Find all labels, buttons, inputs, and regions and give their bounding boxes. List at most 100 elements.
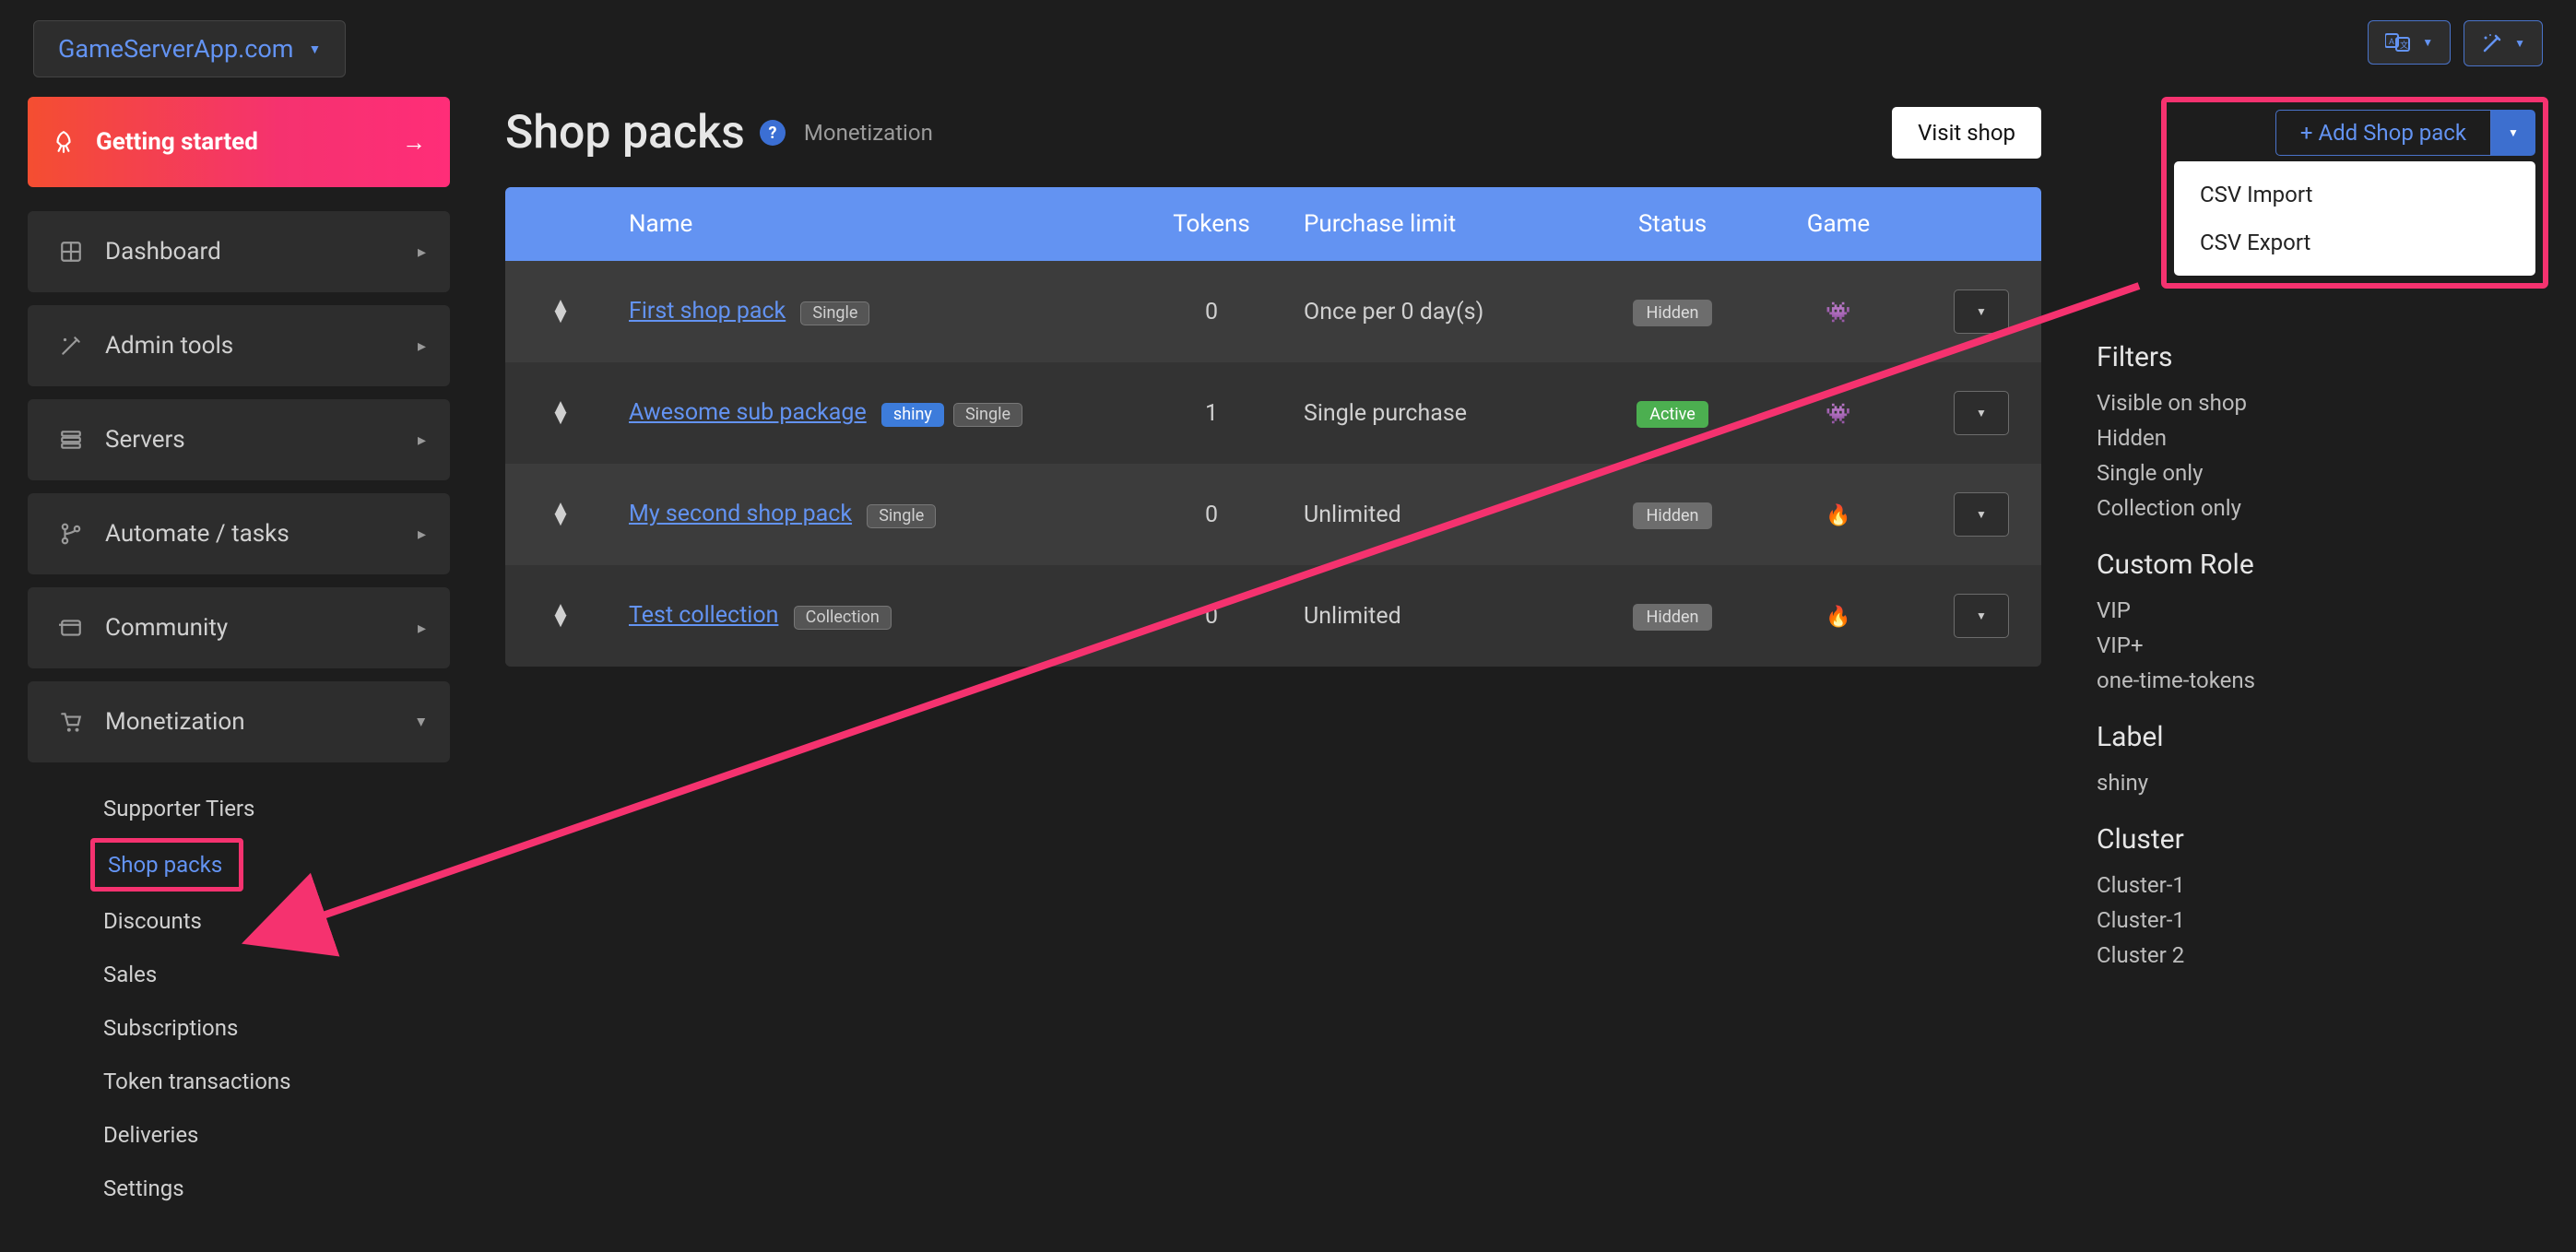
subnav-supporter-tiers[interactable]: Supporter Tiers bbox=[59, 785, 273, 833]
subnav-subscriptions[interactable]: Subscriptions bbox=[59, 1004, 256, 1052]
filter-label[interactable]: shiny bbox=[2097, 770, 2548, 796]
pack-link[interactable]: Awesome sub package bbox=[629, 399, 867, 426]
filter-role[interactable]: one-time-tokens bbox=[2097, 667, 2548, 693]
subnav-discounts[interactable]: Discounts bbox=[59, 897, 220, 945]
filter-heading: Label bbox=[2097, 721, 2548, 753]
drag-handle-icon[interactable]: ▲▼ bbox=[550, 301, 571, 323]
nav-automate-tasks[interactable]: Automate / tasks ▸ bbox=[28, 493, 450, 574]
chevron-right-icon: ▸ bbox=[418, 619, 426, 638]
filter-item[interactable]: Single only bbox=[2097, 460, 2548, 486]
chevron-right-icon: ▸ bbox=[418, 337, 426, 356]
breadcrumb: Monetization bbox=[804, 120, 933, 146]
grid-icon bbox=[52, 240, 90, 264]
subnav-token-transactions[interactable]: Token transactions bbox=[59, 1057, 310, 1105]
row-actions-button[interactable]: ▼ bbox=[1954, 289, 2009, 334]
row-actions-button[interactable]: ▼ bbox=[1954, 391, 2009, 435]
pack-link[interactable]: First shop pack bbox=[629, 298, 786, 325]
game-icon: 🔥 bbox=[1826, 504, 1850, 527]
subnav-sales[interactable]: Sales bbox=[59, 951, 175, 998]
filter-heading: Filters bbox=[2097, 341, 2548, 373]
tag: Single bbox=[953, 403, 1022, 427]
drag-handle-icon[interactable]: ▲▼ bbox=[550, 605, 571, 627]
filter-heading: Cluster bbox=[2097, 823, 2548, 856]
subnav-settings[interactable]: Settings bbox=[59, 1164, 203, 1212]
tokens-cell: 1 bbox=[1128, 400, 1294, 427]
row-actions-button[interactable]: ▼ bbox=[1954, 492, 2009, 537]
limit-cell: Single purchase bbox=[1294, 400, 1589, 427]
drag-handle-icon[interactable]: ▲▼ bbox=[550, 402, 571, 424]
pack-link[interactable]: My second shop pack bbox=[629, 501, 852, 527]
subnav-deliveries[interactable]: Deliveries bbox=[59, 1111, 217, 1159]
limit-cell: Once per 0 day(s) bbox=[1294, 299, 1589, 325]
limit-cell: Unlimited bbox=[1294, 603, 1589, 630]
svg-text:文: 文 bbox=[2400, 40, 2408, 51]
brand-dropdown[interactable]: GameServerApp.com ▼ bbox=[33, 20, 346, 77]
status-badge: Hidden bbox=[1633, 300, 1711, 326]
nav-label: Admin tools bbox=[105, 332, 418, 360]
col-tokens[interactable]: Tokens bbox=[1128, 210, 1294, 238]
col-status[interactable]: Status bbox=[1589, 210, 1755, 238]
svg-text:A: A bbox=[2389, 38, 2394, 47]
magic-menu[interactable]: ▼ bbox=[2464, 20, 2543, 66]
filter-item[interactable]: Collection only bbox=[2097, 495, 2548, 521]
csv-import-item[interactable]: CSV Import bbox=[2174, 171, 2535, 219]
game-icon: 🔥 bbox=[1826, 606, 1850, 629]
help-icon[interactable]: ? bbox=[760, 120, 786, 146]
caret-down-icon: ▼ bbox=[2422, 36, 2433, 49]
game-icon: 👾 bbox=[1826, 301, 1850, 325]
stack-icon bbox=[52, 428, 90, 452]
caret-down-icon: ▼ bbox=[2514, 37, 2525, 50]
nav-label: Dashboard bbox=[105, 238, 418, 266]
pack-link[interactable]: Test collection bbox=[629, 602, 778, 629]
table-row: ▲▼ First shop pack Single 0 Once per 0 d… bbox=[505, 261, 2041, 362]
table-row: ▲▼ Test collection Collection 0 Unlimite… bbox=[505, 565, 2041, 667]
chevron-right-icon: ▸ bbox=[418, 242, 426, 262]
tokens-cell: 0 bbox=[1128, 603, 1294, 630]
filter-role[interactable]: VIP+ bbox=[2097, 632, 2548, 658]
status-badge: Active bbox=[1637, 401, 1708, 428]
filter-item[interactable]: Hidden bbox=[2097, 425, 2548, 451]
col-game[interactable]: Game bbox=[1755, 210, 1921, 238]
nav-label: Automate / tasks bbox=[105, 520, 418, 548]
add-dropdown: CSV Import CSV Export bbox=[2174, 161, 2535, 276]
nav-label: Servers bbox=[105, 426, 418, 454]
getting-started-label: Getting started bbox=[96, 128, 258, 156]
nav-dashboard[interactable]: Dashboard ▸ bbox=[28, 211, 450, 292]
col-limit[interactable]: Purchase limit bbox=[1294, 210, 1589, 238]
col-name[interactable]: Name bbox=[616, 210, 1128, 238]
wand-icon bbox=[52, 334, 90, 358]
status-badge: Hidden bbox=[1633, 604, 1711, 631]
limit-cell: Unlimited bbox=[1294, 502, 1589, 528]
tag: shiny bbox=[881, 403, 944, 427]
status-badge: Hidden bbox=[1633, 502, 1711, 529]
nav-monetization[interactable]: Monetization ▸ bbox=[28, 681, 450, 762]
translate-icon: A文 bbox=[2385, 32, 2411, 53]
filter-item[interactable]: Visible on shop bbox=[2097, 390, 2548, 416]
arrow-right-icon: → bbox=[402, 128, 426, 157]
tag: Collection bbox=[794, 606, 892, 630]
filter-cluster[interactable]: Cluster 2 bbox=[2097, 942, 2548, 968]
add-shop-pack-caret[interactable]: ▼ bbox=[2491, 110, 2535, 156]
getting-started-button[interactable]: Getting started → bbox=[28, 97, 450, 187]
nav-admin-tools[interactable]: Admin tools ▸ bbox=[28, 305, 450, 386]
filter-cluster[interactable]: Cluster-1 bbox=[2097, 907, 2548, 933]
game-icon: 👾 bbox=[1826, 403, 1850, 426]
rocket-icon bbox=[52, 130, 76, 154]
page-title: Shop packs bbox=[505, 106, 745, 159]
filter-cluster[interactable]: Cluster-1 bbox=[2097, 872, 2548, 898]
table-row: ▲▼ My second shop pack Single 0 Unlimite… bbox=[505, 464, 2041, 565]
window-icon bbox=[52, 616, 90, 640]
tag: Single bbox=[867, 504, 936, 528]
add-shop-pack-button[interactable]: + Add Shop pack bbox=[2275, 110, 2491, 156]
brand-label: GameServerApp.com bbox=[58, 34, 293, 64]
filter-role[interactable]: VIP bbox=[2097, 597, 2548, 623]
visit-shop-button[interactable]: Visit shop bbox=[1892, 107, 2041, 159]
chevron-right-icon: ▸ bbox=[418, 431, 426, 450]
nav-servers[interactable]: Servers ▸ bbox=[28, 399, 450, 480]
csv-export-item[interactable]: CSV Export bbox=[2174, 219, 2535, 266]
drag-handle-icon[interactable]: ▲▼ bbox=[550, 503, 571, 526]
row-actions-button[interactable]: ▼ bbox=[1954, 594, 2009, 638]
nav-community[interactable]: Community ▸ bbox=[28, 587, 450, 668]
translate-menu[interactable]: A文 ▼ bbox=[2368, 20, 2451, 65]
subnav-shop-packs[interactable]: Shop packs bbox=[90, 838, 243, 892]
